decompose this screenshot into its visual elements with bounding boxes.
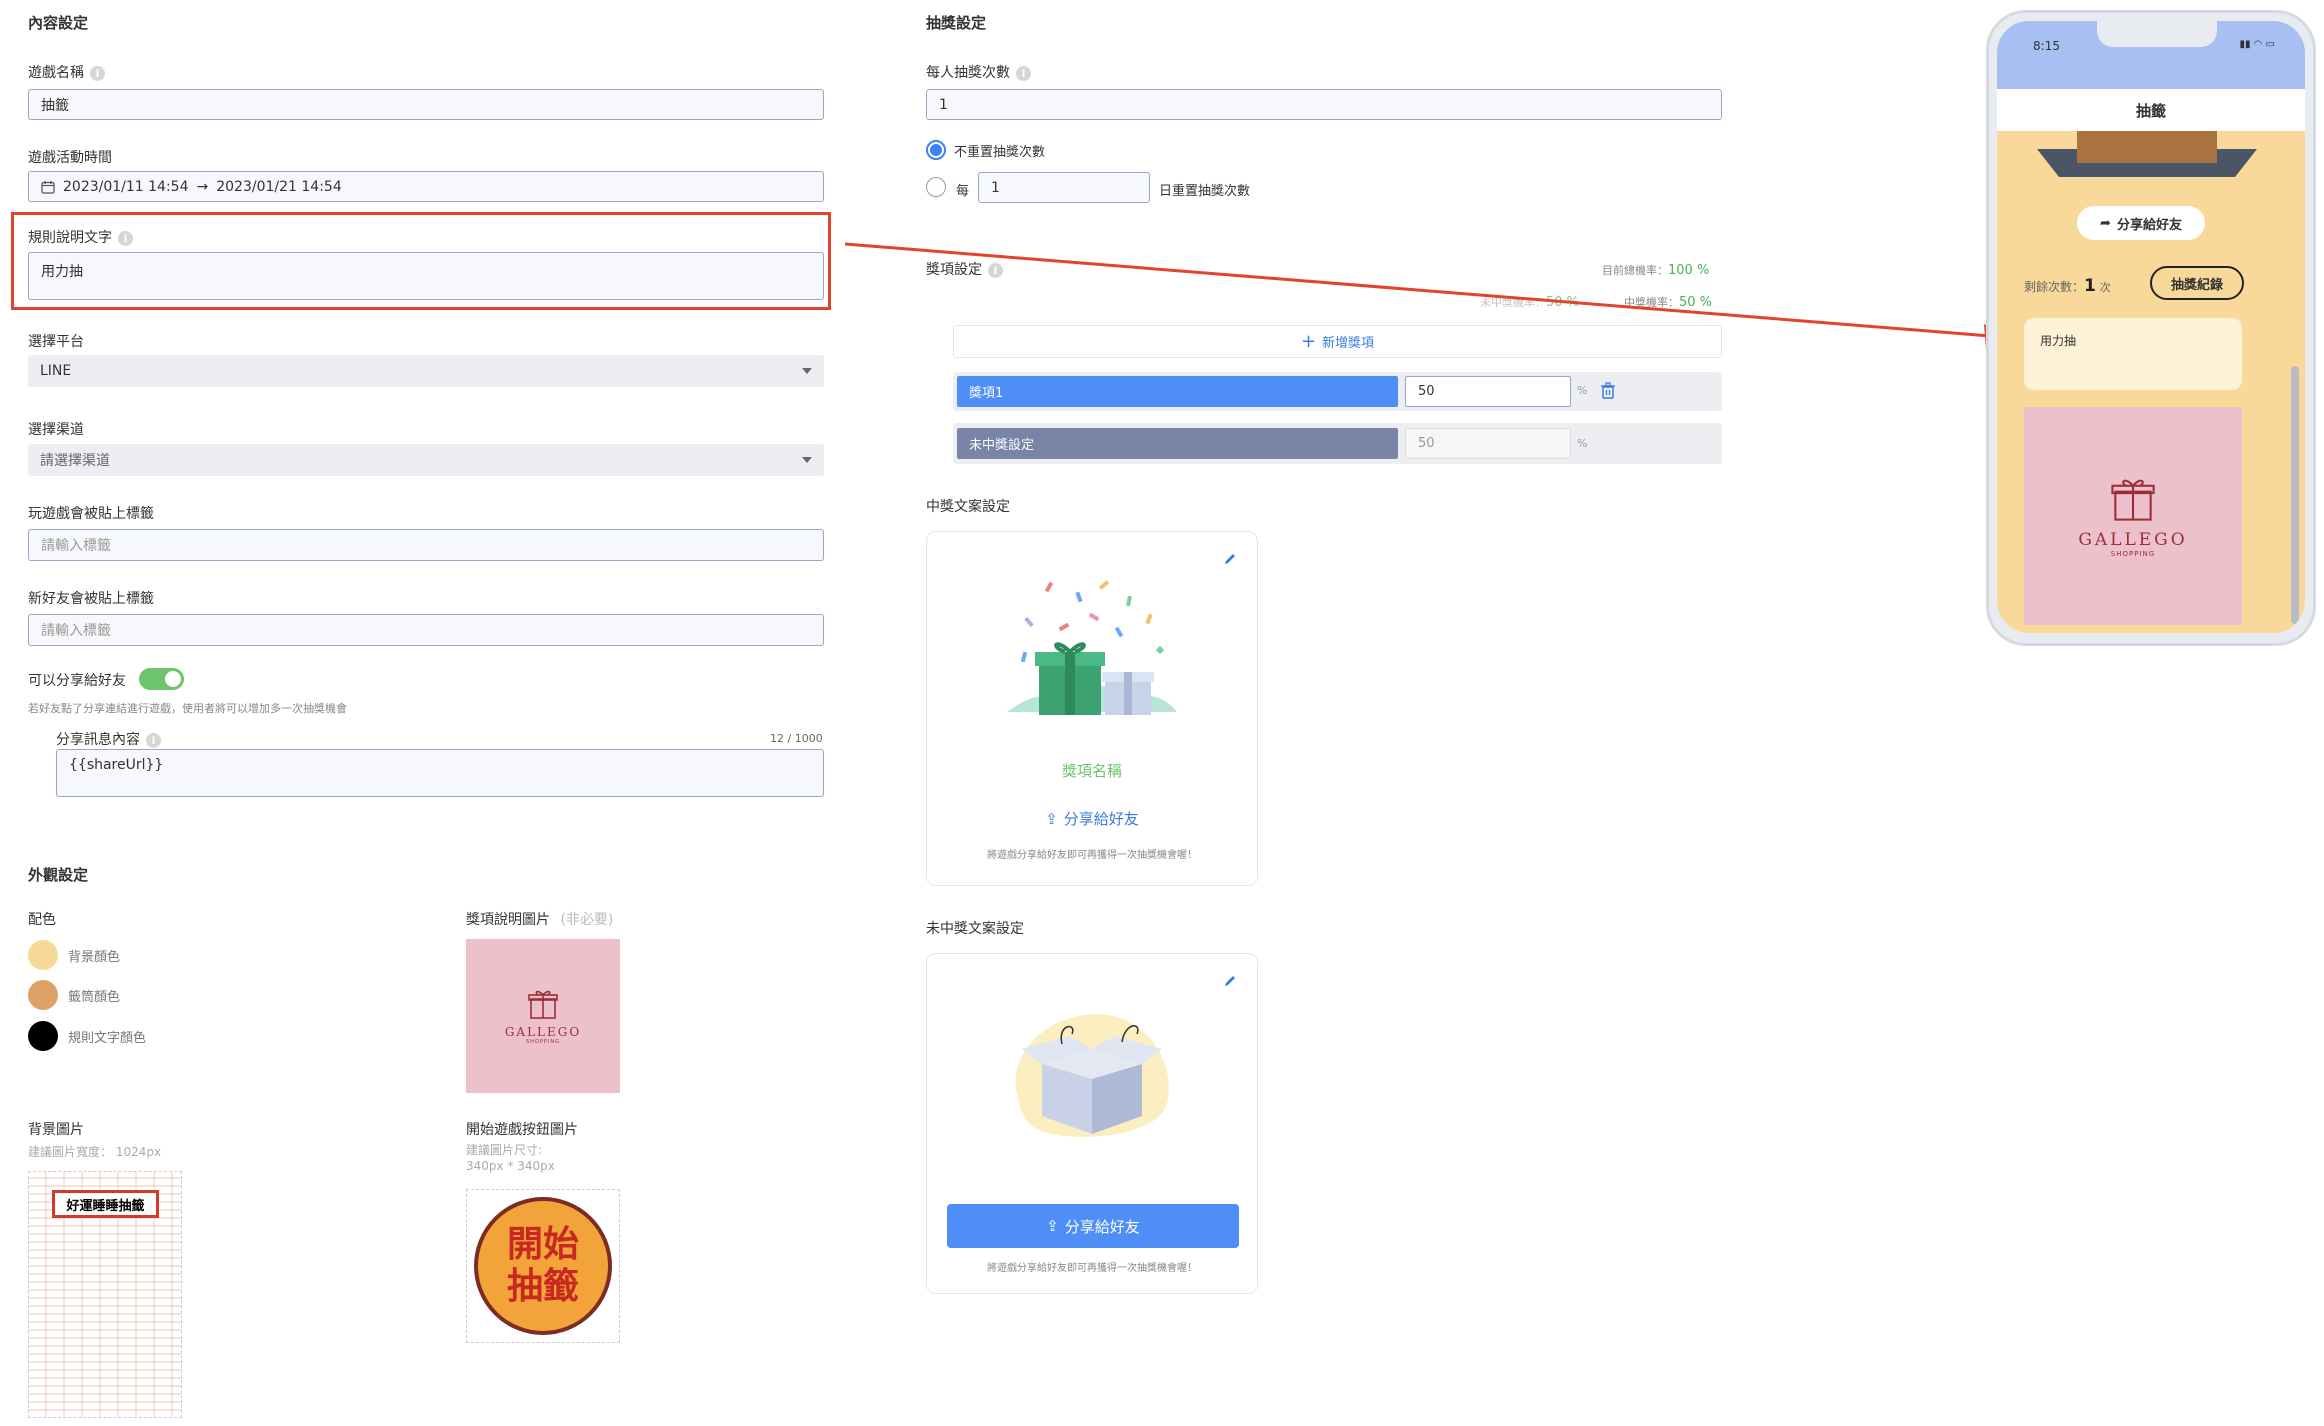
phone-remaining-unit: 次 bbox=[2099, 281, 2111, 294]
gift-icon bbox=[2111, 479, 2155, 521]
brand-name: GALLEGO bbox=[2078, 530, 2188, 550]
phone-record-button[interactable]: 抽獎紀錄 bbox=[2150, 266, 2244, 300]
phone-box-graphic bbox=[2037, 131, 2257, 177]
phone-prize-image: GALLEGO SHOPPING bbox=[2024, 407, 2242, 625]
phone-scrollbar[interactable] bbox=[2291, 366, 2299, 624]
phone-rules-box: 用力抽 bbox=[2024, 318, 2242, 390]
share-arrow-icon: ➦ bbox=[2100, 215, 2111, 231]
phone-screen: 8:15 ▮▮ ◠ ▭ 抽籤 ➦ 分享給好友 剩餘次數：1 次 抽獎紀錄 用力抽 … bbox=[1997, 21, 2305, 633]
phone-time: 8:15 bbox=[2033, 39, 2060, 53]
phone-remaining-label: 剩餘次數： bbox=[2024, 280, 2085, 294]
annotation-arrow bbox=[844, 242, 2012, 349]
phone-share-label: 分享給好友 bbox=[2116, 217, 2182, 233]
phone-share-button[interactable]: ➦ 分享給好友 bbox=[2077, 206, 2205, 240]
phone-notch bbox=[2097, 21, 2217, 47]
phone-remaining: 剩餘次數：1 次 bbox=[2024, 276, 2111, 296]
phone-preview: 8:15 ▮▮ ◠ ▭ 抽籤 ➦ 分享給好友 剩餘次數：1 次 抽獎紀錄 用力抽 … bbox=[1986, 10, 2316, 646]
brand-sub: SHOPPING bbox=[2110, 550, 2156, 558]
phone-title: 抽籤 bbox=[1997, 89, 2305, 131]
phone-status-bar: 8:15 ▮▮ ◠ ▭ bbox=[1997, 21, 2305, 89]
signal-wifi-battery-icon: ▮▮ ◠ ▭ bbox=[2239, 39, 2275, 50]
phone-remaining-count: 1 bbox=[2084, 276, 2096, 296]
